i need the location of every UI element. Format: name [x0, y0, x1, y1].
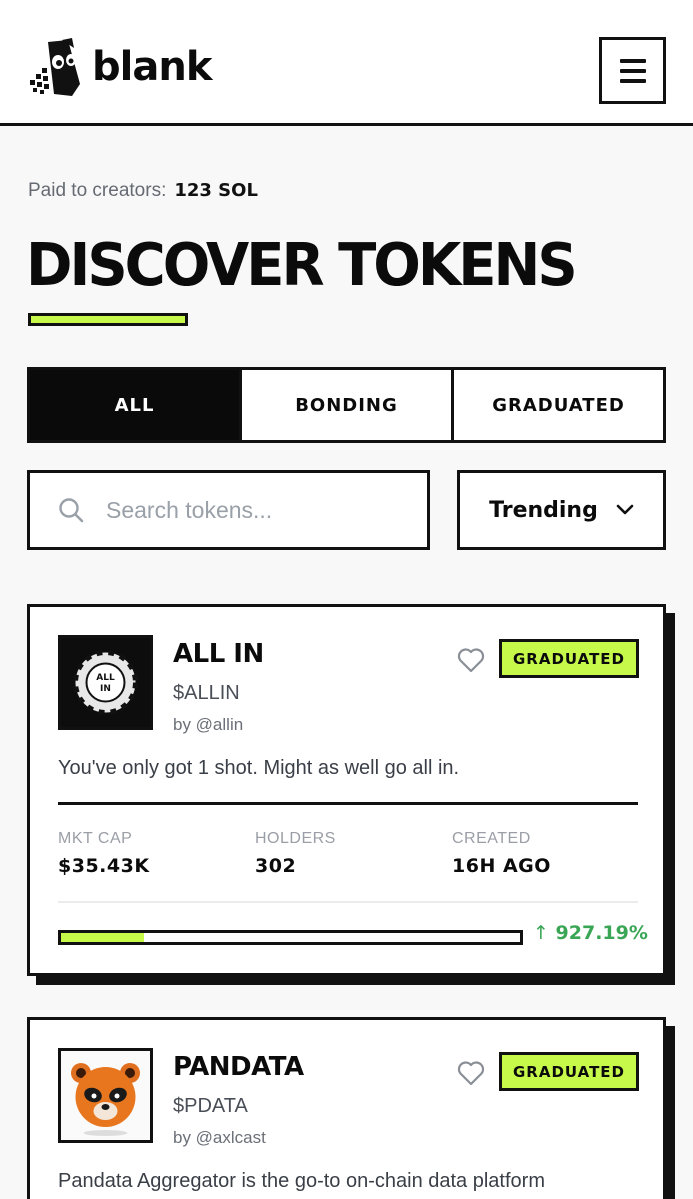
paid-to-creators: Paid to creators: 123 SOL: [28, 180, 258, 202]
sort-dropdown[interactable]: Trending: [457, 470, 666, 550]
bonding-progress-bar: [58, 930, 523, 945]
menu-button[interactable]: [599, 37, 666, 104]
heart-icon[interactable]: [457, 647, 485, 673]
token-card[interactable]: ALL IN ALL IN $ALLIN by @allin GRADUATED…: [27, 604, 666, 976]
divider: [58, 802, 638, 805]
mkt-cap-value: $35.43K: [58, 855, 150, 877]
page-title: DISCOVER TOKENS: [26, 231, 578, 300]
heart-icon[interactable]: [457, 1060, 485, 1086]
token-symbol: $ALLIN: [173, 682, 240, 704]
holders-value: 302: [255, 855, 297, 877]
title-underline: [28, 313, 188, 326]
created-value: 16H AGO: [452, 855, 551, 877]
divider: [58, 901, 638, 903]
token-creator[interactable]: by @axlcast: [173, 1128, 266, 1148]
svg-text:IN: IN: [100, 684, 111, 694]
token-symbol: $PDATA: [173, 1095, 248, 1117]
hamburger-icon: [619, 58, 646, 63]
search-icon: [59, 498, 84, 523]
chevron-down-icon: [616, 504, 634, 515]
tab-bonding[interactable]: BONDING: [242, 370, 454, 440]
token-creator[interactable]: by @allin: [173, 715, 243, 735]
search-input[interactable]: [106, 496, 396, 524]
token-name: ALL IN: [173, 639, 264, 669]
stat-mkt-cap: MKT CAP $35.43K: [58, 830, 150, 877]
search-box: [27, 470, 430, 550]
price-change: ↑ 927.19%: [533, 922, 648, 944]
sort-selected: Trending: [489, 497, 598, 523]
token-image: ALL IN: [58, 635, 153, 730]
paid-label: Paid to creators:: [28, 180, 167, 201]
stat-holders: HOLDERS 302: [255, 830, 336, 877]
poker-chip-icon: ALL IN: [73, 650, 138, 715]
status-badge: GRADUATED: [499, 639, 639, 678]
paid-value: 123 SOL: [174, 180, 258, 201]
token-description: Pandata Aggregator is the go-to on-chain…: [58, 1170, 545, 1192]
token-name: PANDATA: [173, 1052, 304, 1082]
arrow-up-icon: ↑: [533, 922, 549, 944]
panda-icon: [71, 1063, 140, 1136]
progress-fill: [61, 933, 144, 942]
top-bar: blank: [0, 0, 693, 126]
tab-graduated[interactable]: GRADUATED: [454, 370, 663, 440]
tab-all[interactable]: ALL: [30, 370, 242, 440]
blank-mascot-icon: [30, 38, 80, 96]
status-badge: GRADUATED: [499, 1052, 639, 1091]
token-description: You've only got 1 shot. Might as well go…: [58, 757, 460, 779]
token-card[interactable]: PANDATA $PDATA by @axlcast GRADUATED Pan…: [27, 1017, 666, 1199]
svg-text:ALL: ALL: [96, 673, 115, 683]
token-image: [58, 1048, 153, 1143]
filter-tabs: ALL BONDING GRADUATED: [27, 367, 666, 443]
stat-created: CREATED 16H AGO: [452, 830, 551, 877]
brand-name: blank: [92, 44, 212, 90]
brand-logo[interactable]: blank: [28, 38, 212, 100]
